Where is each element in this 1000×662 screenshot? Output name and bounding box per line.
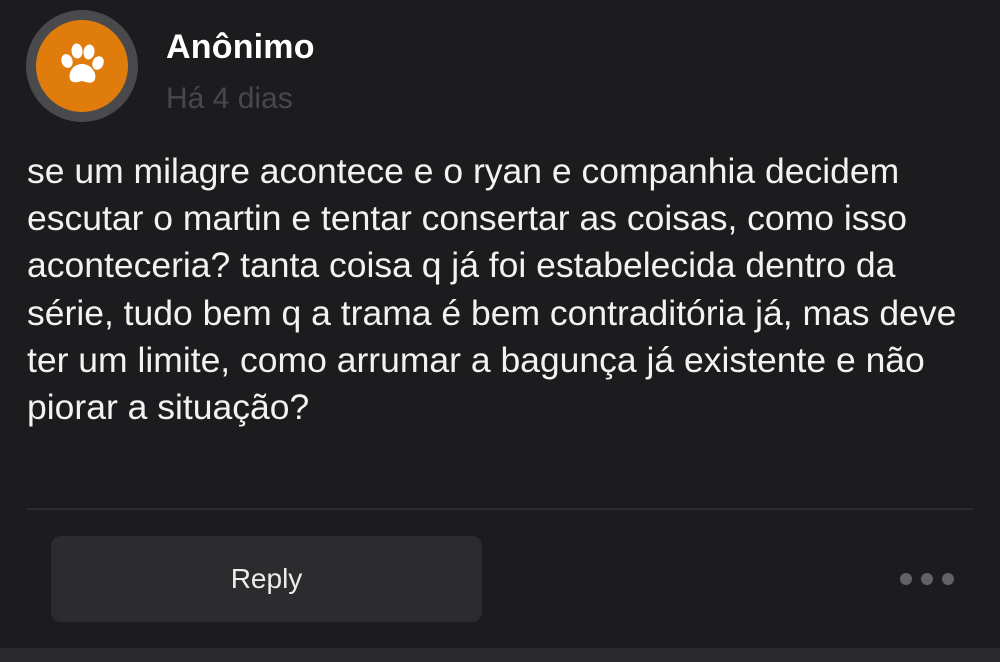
more-dots-icon bbox=[921, 573, 933, 585]
divider bbox=[27, 508, 973, 510]
reply-button-label: Reply bbox=[230, 563, 303, 594]
more-dots-icon bbox=[942, 573, 954, 585]
post-timestamp: Há 4 dias bbox=[166, 82, 293, 115]
paw-icon bbox=[61, 43, 104, 83]
author-name[interactable]: Anônimo bbox=[166, 28, 315, 67]
reply-button[interactable]: Reply bbox=[51, 536, 482, 622]
post-body: se um milagre acontece e o ryan e compan… bbox=[27, 151, 957, 428]
more-dots-icon bbox=[900, 573, 912, 585]
avatar[interactable] bbox=[36, 20, 128, 112]
more-options-button[interactable] bbox=[900, 566, 954, 592]
bottom-separator bbox=[0, 648, 1000, 662]
post-card: Anônimo Há 4 dias se um milagre acontece… bbox=[0, 0, 1000, 662]
